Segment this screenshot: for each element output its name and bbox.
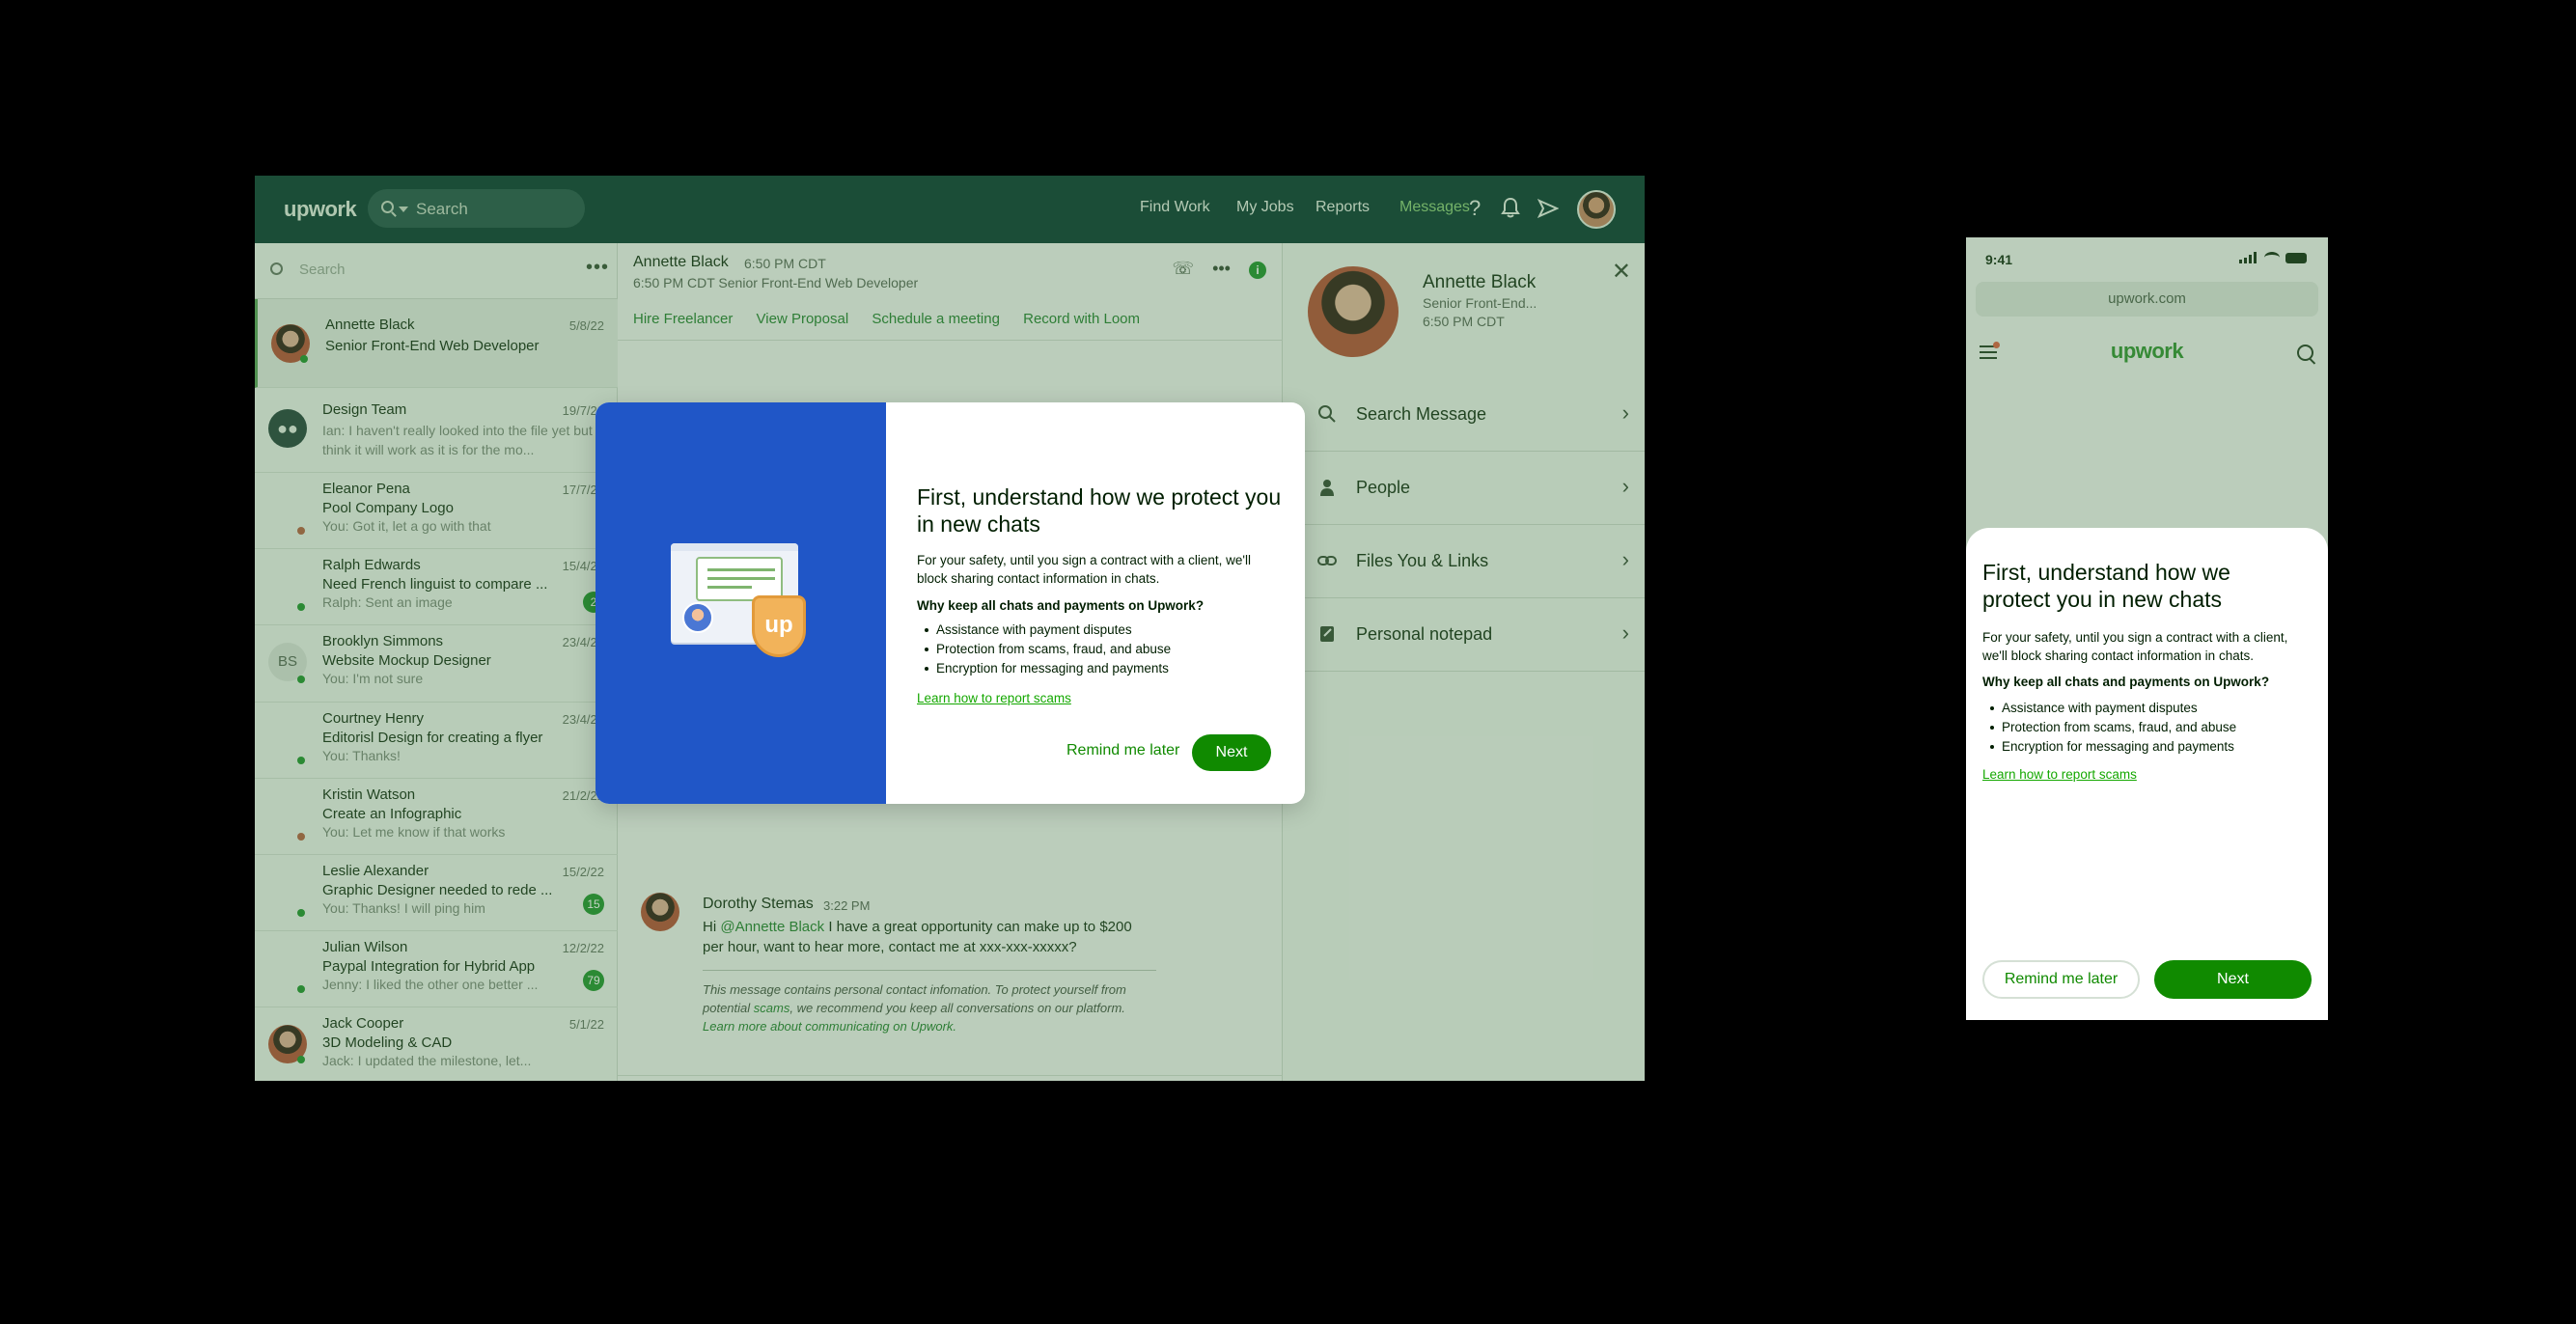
list-item: Protection from scams, fraud, and abuse <box>1982 718 2315 737</box>
list-item: Protection from scams, fraud, and abuse <box>917 640 1284 659</box>
sheet-title: First, understand how we protect you in … <box>1982 560 2230 612</box>
list-item: Assistance with payment disputes <box>1982 699 2315 718</box>
shield-icon: up <box>752 595 806 657</box>
report-scams-link[interactable]: Learn how to report scams <box>1982 767 2137 782</box>
next-button[interactable]: Next <box>2154 960 2312 999</box>
mobile-app: 9:41 upwork.com upwork First, understand… <box>1966 237 2328 1020</box>
list-item: Assistance with payment disputes <box>917 621 1284 640</box>
next-button[interactable]: Next <box>1192 734 1271 771</box>
modal-content: First, understand how we protect you in … <box>886 402 1305 804</box>
list-item: Encryption for messaging and payments <box>917 659 1284 678</box>
remind-later-button[interactable]: Remind me later <box>1982 960 2140 999</box>
report-scams-link[interactable]: Learn how to report scams <box>917 691 1071 705</box>
list-item: Encryption for messaging and payments <box>1982 737 2315 757</box>
modal-title: First, understand how we protect you in … <box>917 484 1282 537</box>
sheet-description: For your safety, until you sign a contra… <box>1982 630 2288 663</box>
safety-bottom-sheet: First, understand how we protect you in … <box>1966 528 2328 1020</box>
sheet-benefits-list: Assistance with payment disputes Protect… <box>1982 699 2315 757</box>
remind-later-button[interactable]: Remind me later <box>1066 742 1179 759</box>
modal-description: For your safety, until you sign a contra… <box>917 553 1251 586</box>
modal-why-heading: Why keep all chats and payments on Upwor… <box>917 598 1205 613</box>
modal-benefits-list: Assistance with payment disputes Protect… <box>917 621 1284 678</box>
safety-modal: up First, understand how we protect you … <box>596 402 1305 804</box>
person-illustration <box>682 602 713 633</box>
sheet-why-heading: Why keep all chats and payments on Upwor… <box>1982 675 2270 689</box>
modal-illustration: up <box>596 402 886 804</box>
desktop-app: upwork Search Find Work My Jobs Reports … <box>255 176 1645 1081</box>
